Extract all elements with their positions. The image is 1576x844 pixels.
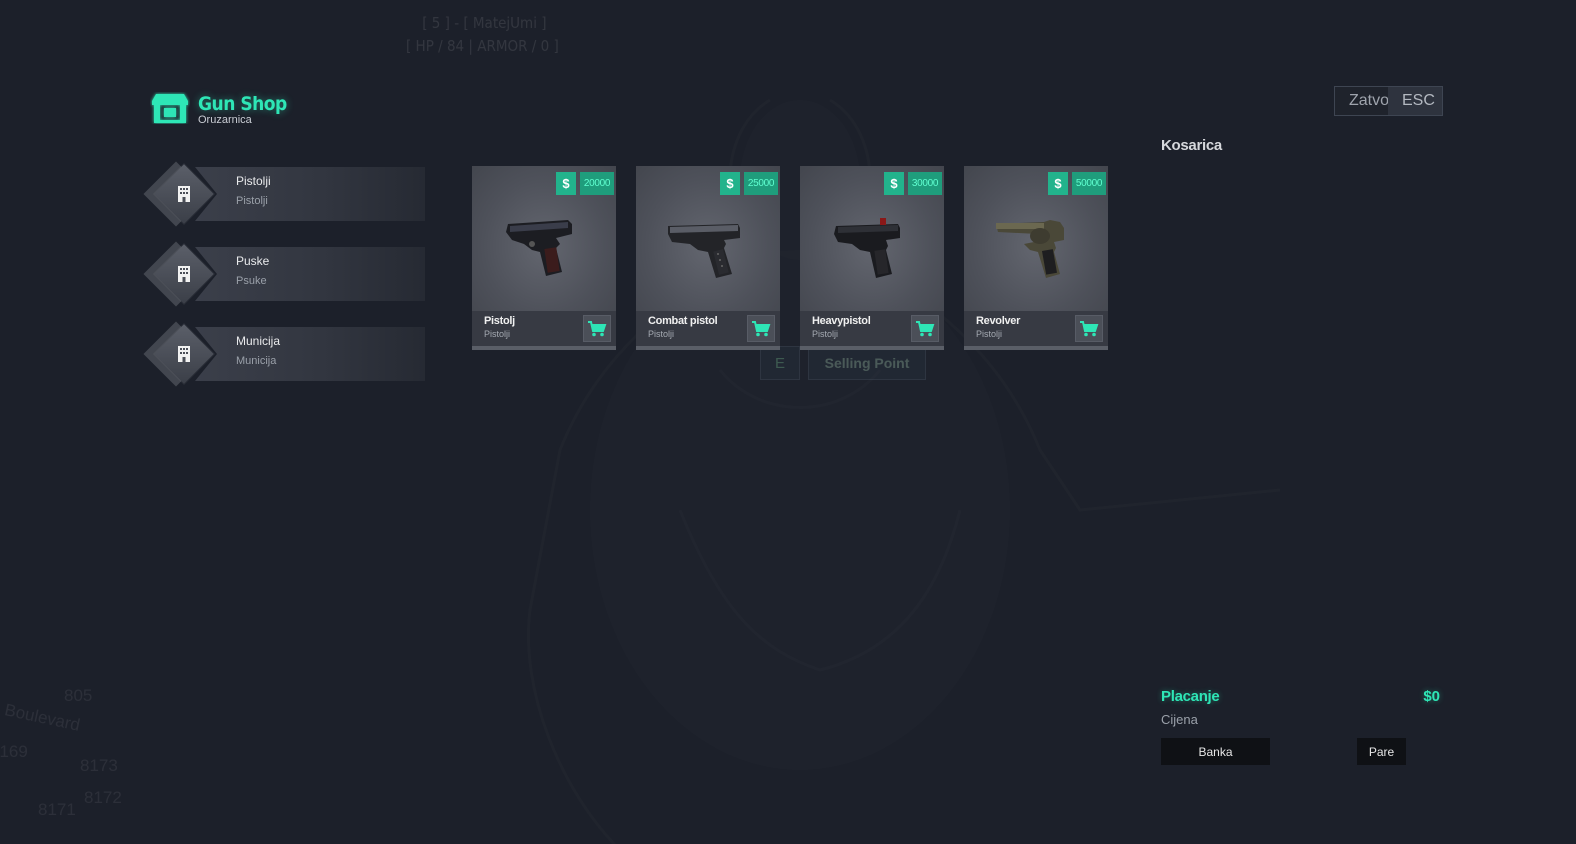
shop-subtitle: Oruzarnica [198, 114, 252, 126]
product-price: 20000 [580, 172, 614, 195]
product-price: 50000 [1072, 172, 1106, 195]
close-button[interactable]: Zatvori ESC [1334, 86, 1443, 116]
product-name: Revolver [976, 315, 1021, 327]
category-subtitle: Psuke [236, 275, 267, 287]
price-badge: $ 50000 [1048, 172, 1106, 195]
product-category: Pistolji [812, 329, 839, 339]
cart-icon [1080, 320, 1099, 336]
shop-header: Gun Shop Oruzarnica [150, 92, 287, 126]
store-icon [152, 94, 188, 123]
category-name: Municija [236, 334, 281, 348]
category-name: Puske [236, 254, 270, 268]
product-underline [800, 346, 944, 350]
category-item-puske[interactable]: Puske Psuke [143, 241, 427, 307]
product-category: Pistolji [648, 329, 675, 339]
basket-title: Kosarica [1161, 137, 1222, 154]
background-map-number: 805 [64, 686, 93, 705]
product-price: 30000 [908, 172, 942, 195]
add-to-cart-button[interactable] [583, 315, 611, 342]
background-map-labels: 805 Boulevard 8169 8173 8171 8172 [0, 670, 130, 844]
category-item-municija[interactable]: Municija Municija [143, 321, 427, 387]
building-icon [178, 186, 190, 202]
combat-pistol-icon [668, 224, 740, 278]
price-label: Cijena [1161, 712, 1198, 727]
pay-bank-button[interactable]: Banka [1161, 738, 1270, 765]
add-to-cart-button[interactable] [1075, 315, 1103, 342]
building-icon [178, 266, 190, 282]
add-to-cart-button[interactable] [747, 315, 775, 342]
price-badge: $ 25000 [720, 172, 778, 195]
product-name: Heavypistol [812, 315, 871, 327]
product-grid: $ 20000 Pistolj Pistolji $ 25000 Combat … [472, 166, 1108, 350]
category-subtitle: Pistolji [236, 195, 268, 207]
category-panel [195, 167, 425, 221]
background-map-number: 8173 [80, 756, 118, 775]
category-item-pistolji[interactable]: Pistolji Pistolji [143, 161, 427, 227]
background-map-number: 8171 [38, 800, 76, 819]
dollar-icon: $ [720, 172, 740, 195]
background-selling-key: E [760, 346, 800, 380]
add-to-cart-button[interactable] [911, 315, 939, 342]
payment-total: $0 [1423, 688, 1440, 705]
product-card-combat-pistol[interactable]: $ 25000 Combat pistol Pistolji [636, 166, 780, 350]
background-selling-label: Selling Point [808, 346, 926, 380]
dollar-icon: $ [556, 172, 576, 195]
cart-icon [916, 320, 935, 336]
revolver-icon [996, 220, 1064, 278]
product-card-revolver[interactable]: $ 50000 Revolver Pistolji [964, 166, 1108, 350]
dollar-icon: $ [884, 172, 904, 195]
background-hud-stats: [ HP / 84 | ARMOR / 0 ] [406, 37, 559, 55]
price-badge: $ 30000 [884, 172, 942, 195]
product-name: Pistolj [484, 315, 515, 327]
cart-icon [588, 320, 607, 336]
price-badge: $ 20000 [556, 172, 614, 195]
pay-cash-button[interactable]: Pare [1357, 738, 1406, 765]
background-map-number: 8169 [0, 742, 28, 761]
cart-icon [752, 320, 771, 336]
product-price: 25000 [744, 172, 778, 195]
building-icon [178, 346, 190, 362]
category-panel [195, 327, 425, 381]
category-name: Pistolji [236, 174, 271, 188]
product-category: Pistolji [484, 329, 511, 339]
product-card-heavypistol[interactable]: $ 30000 Heavypistol Pistolji [800, 166, 944, 350]
category-subtitle: Municija [236, 355, 277, 367]
product-card-pistolj[interactable]: $ 20000 Pistolj Pistolji [472, 166, 616, 350]
heavy-pistol-icon [834, 218, 900, 278]
close-key-hint: ESC [1388, 87, 1442, 115]
category-panel [195, 247, 425, 301]
product-name: Combat pistol [648, 315, 718, 327]
background-hud-status: [ 5 ] - [ MatejUmi ] [ HP / 84 | ARMOR /… [406, 12, 559, 58]
pistol-icon [506, 220, 572, 276]
category-list: Pistolji Pistolji Puske Psuke Municija M… [143, 161, 427, 405]
product-underline [964, 346, 1108, 350]
shop-title: Gun Shop [198, 93, 287, 115]
background-map-number: 8172 [84, 788, 122, 807]
payment-title: Placanje [1161, 688, 1220, 705]
product-underline [636, 346, 780, 350]
product-underline [472, 346, 616, 350]
product-category: Pistolji [976, 329, 1003, 339]
dollar-icon: $ [1048, 172, 1068, 195]
background-hud-player: [ 5 ] - [ MatejUmi ] [422, 14, 547, 32]
background-selling-point-prompt: E Selling Point [760, 346, 926, 380]
